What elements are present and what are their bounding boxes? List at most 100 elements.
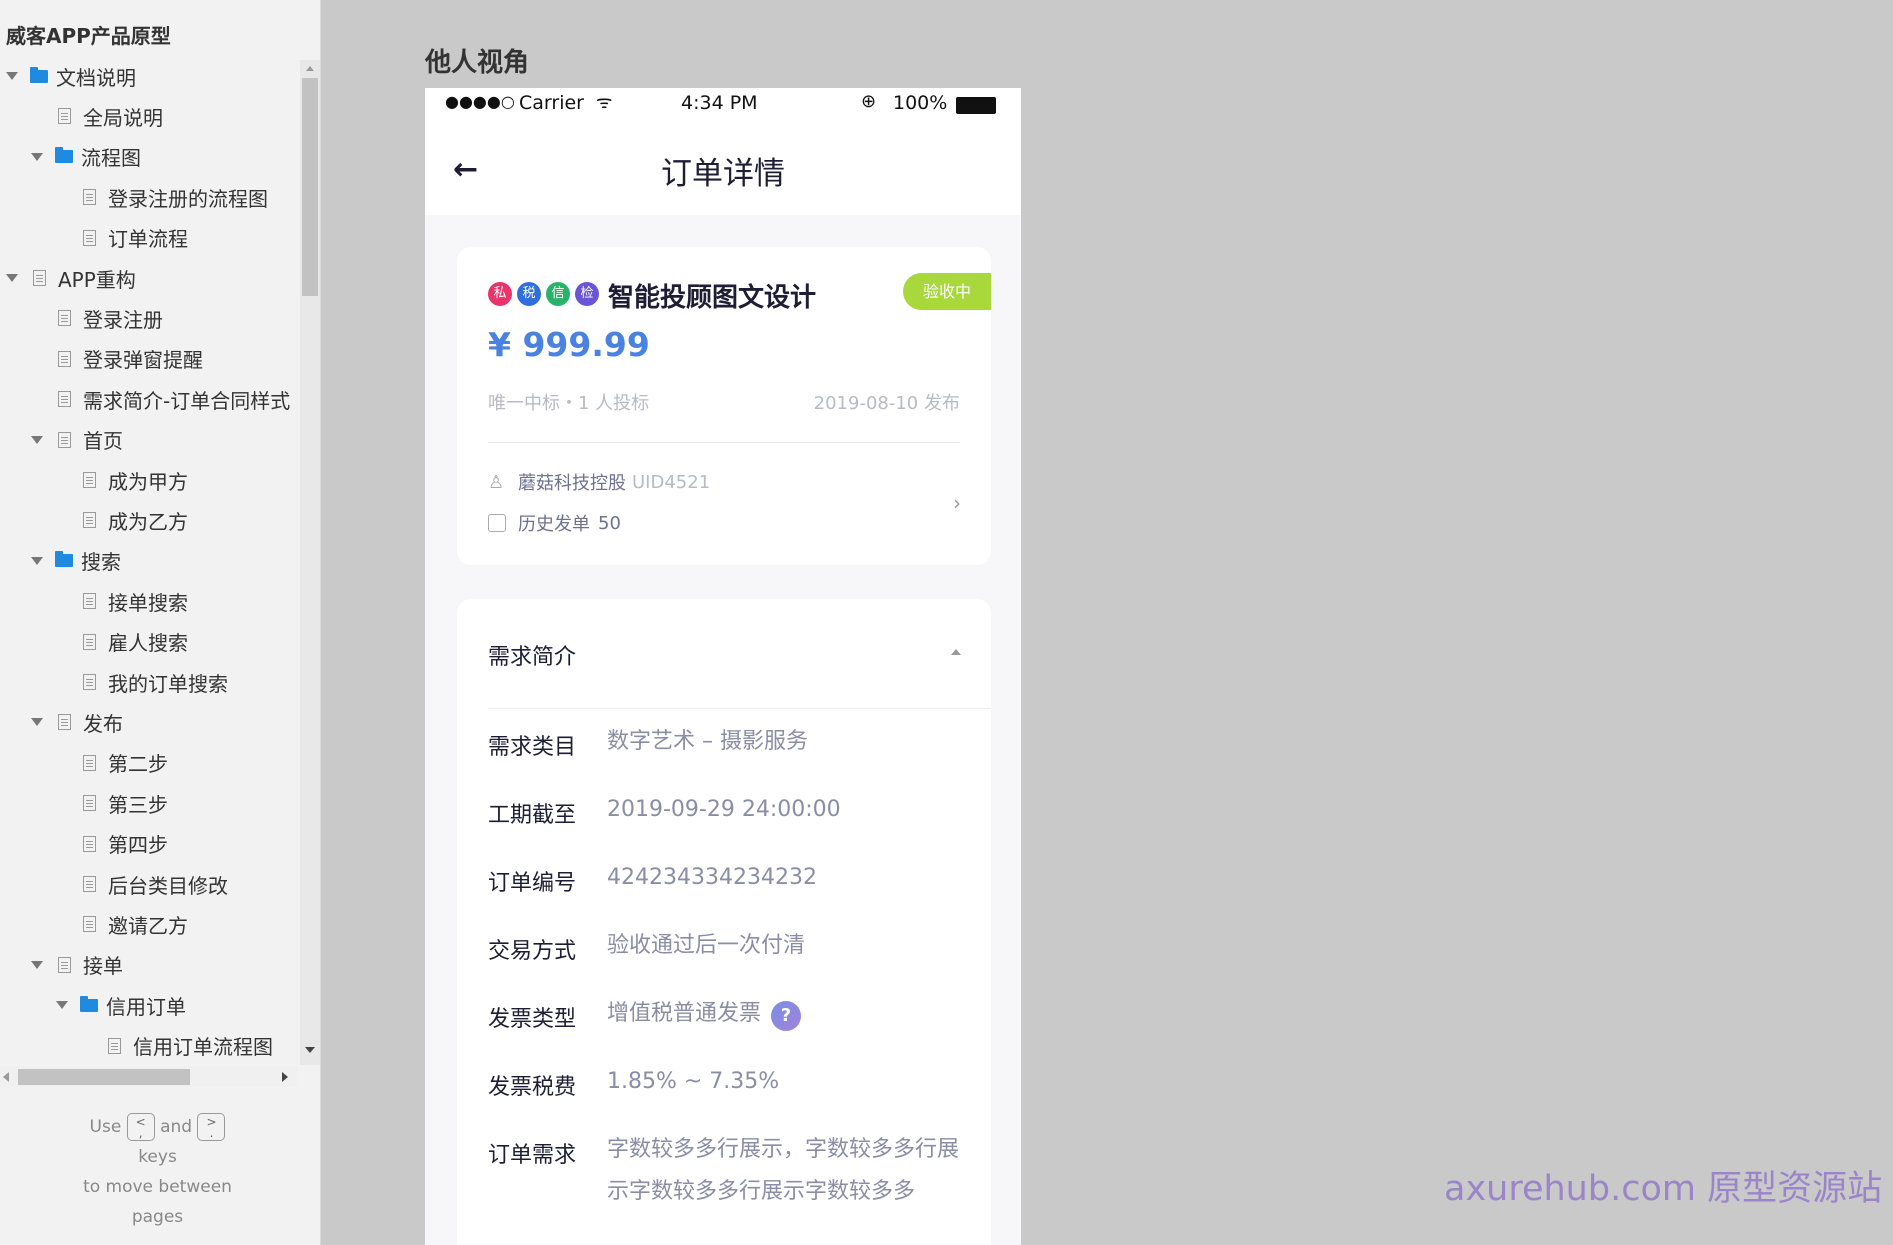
phone-prototype: ●●●●○ Carrier ᯤ 4:34 PM ⊕ 100% ← 订单详情 私 … [425, 88, 1021, 1245]
scroll-right-arrow[interactable] [282, 1072, 288, 1082]
nav-bar: ← 订单详情 [425, 122, 1021, 215]
page-icon [83, 512, 96, 529]
sidebar-item[interactable]: 全局说明 [31, 96, 163, 136]
chevron-right-icon[interactable]: › [953, 491, 961, 515]
badge-inspect: 检 [575, 282, 599, 306]
scroll-left-arrow[interactable] [3, 1072, 9, 1082]
expand-arrow-icon[interactable] [6, 72, 18, 80]
sidebar-item[interactable]: APP重构 [6, 258, 136, 298]
sidebar-item[interactable]: 登录注册的流程图 [56, 177, 268, 217]
user-icon: ♙ [488, 471, 505, 493]
keyboard-hint: Use <, and >. keys to move between pages [40, 1112, 275, 1232]
field-value: 验收通过后一次付清 [607, 933, 806, 958]
field-row: 交易方式 验收通过后一次付清 [488, 933, 968, 967]
clock: 4:34 PM [681, 92, 758, 114]
field-row: 发票税费 1.85% ~ 7.35% [488, 1069, 968, 1103]
status-bar: ●●●●○ Carrier ᯤ 4:34 PM ⊕ 100% [425, 88, 1021, 122]
status-badge: 验收中 [903, 273, 991, 310]
project-title: 威客APP产品原型 [6, 24, 171, 48]
expand-arrow-icon[interactable] [31, 435, 43, 444]
sidebar-item[interactable]: 接单搜索 [56, 581, 188, 621]
vertical-scroll-thumb[interactable] [302, 78, 318, 296]
sidebar-item[interactable]: 文档说明 [6, 56, 136, 96]
bid-info: 唯一中标・1 人投标 [488, 393, 650, 414]
expand-arrow-icon[interactable] [31, 152, 43, 161]
vertical-scrollbar[interactable] [300, 60, 320, 1065]
sidebar-item[interactable]: 第四步 [56, 824, 168, 864]
sidebar-item[interactable]: 成为甲方 [56, 460, 188, 500]
history-row[interactable]: 历史发单 50 [488, 510, 621, 536]
folder-icon [30, 66, 48, 83]
scroll-down-arrow[interactable] [305, 1047, 315, 1053]
folder-icon [55, 147, 73, 164]
field-row: 订单编号 424234334234232 [488, 865, 968, 899]
order-title: 智能投顾图文设计 [608, 283, 817, 313]
field-row: 工期截至 2019-09-29 24:00:00 [488, 797, 968, 831]
field-label: 订单需求 [488, 1143, 577, 1168]
page-icon [58, 431, 71, 448]
field-row: 订单需求 字数较多多行展示，字数较多多行展示字数较多多行展示字数较多多 [488, 1137, 968, 1213]
sidebar-item[interactable]: 登录注册 [31, 298, 163, 338]
publisher-row[interactable]: ♙ 蘑菇科技控股 UID4521 [488, 469, 710, 495]
folder-icon [55, 551, 73, 568]
sidebar-item-label: 后台类目修改 [108, 873, 228, 898]
battery-percent: 100% [893, 92, 948, 114]
sidebar-item[interactable]: 发布 [31, 702, 123, 742]
divider [488, 708, 991, 709]
page-icon [108, 1037, 121, 1054]
signal-icon: ●●●●○ [445, 92, 515, 111]
expand-arrow-icon[interactable] [6, 274, 18, 282]
sidebar-item[interactable]: 邀请乙方 [56, 904, 188, 944]
sidebar-item[interactable]: 信用订单流程图 [81, 1026, 273, 1066]
sidebar-item-label: 第三步 [108, 792, 168, 817]
field-row: 需求类目 数字艺术 – 摄影服务 [488, 729, 968, 763]
sidebar-item[interactable]: 流程图 [31, 137, 141, 177]
help-icon[interactable]: ? [771, 1001, 802, 1031]
sidebar-item[interactable]: 雇人搜索 [56, 622, 188, 662]
collapse-caret-icon[interactable] [951, 649, 961, 655]
sidebar-item[interactable]: 我的订单搜索 [56, 662, 228, 702]
page-icon [83, 472, 96, 488]
sidebar-item[interactable]: 后台类目修改 [56, 864, 228, 904]
field-value: 1.85% ~ 7.35% [607, 1069, 780, 1094]
hint-keys: keys [138, 1147, 177, 1167]
sidebar-item[interactable]: 信用订单 [56, 985, 186, 1025]
requirement-card: 需求简介 需求类目 数字艺术 – 摄影服务 工期截至 2019-09-29 24:00… [457, 599, 991, 1245]
history-label: 历史发单 [518, 514, 590, 535]
sidebar-item-label: 成为甲方 [108, 469, 188, 494]
sidebar-item-label: 登录注册的流程图 [108, 186, 268, 211]
page-icon [58, 108, 71, 125]
page-icon [58, 714, 71, 731]
sidebar-item[interactable]: 搜索 [31, 541, 121, 581]
hint-and: and [160, 1117, 193, 1137]
badge-tax: 税 [517, 282, 541, 306]
page-icon [83, 916, 96, 933]
sidebar-item[interactable]: 第三步 [56, 783, 168, 823]
sidebar-item[interactable]: 接单 [31, 945, 123, 985]
section-title: 需求简介 [488, 645, 577, 670]
expand-arrow-icon[interactable] [56, 1001, 68, 1010]
sidebar-item[interactable]: 需求简介-订单合同样式 [31, 379, 290, 419]
field-label: 需求类目 [488, 735, 577, 760]
sidebar-item[interactable]: 首页 [31, 420, 123, 460]
expand-arrow-icon[interactable] [31, 556, 43, 565]
page-icon [83, 754, 96, 771]
sidebar-item[interactable]: 订单流程 [56, 218, 188, 258]
horizontal-scrollbar[interactable] [0, 1067, 298, 1087]
page-icon [58, 350, 71, 367]
sidebar-item[interactable]: 登录弹窗提醒 [31, 339, 203, 379]
expand-arrow-icon[interactable] [31, 718, 43, 727]
expand-arrow-icon[interactable] [31, 960, 43, 969]
hint-move: to move between [83, 1177, 232, 1197]
sidebar-item-label: 流程图 [81, 146, 141, 171]
sidebar-item-label: 雇人搜索 [108, 631, 188, 656]
field-label: 工期截至 [488, 803, 577, 828]
scroll-up-arrow[interactable] [306, 66, 314, 71]
horizontal-scroll-thumb[interactable] [18, 1069, 190, 1085]
sidebar-item[interactable]: 第二步 [56, 743, 168, 783]
sidebar-item-label: 接单搜索 [108, 590, 188, 615]
hint-pages: pages [131, 1207, 184, 1227]
sidebar-item-label: 我的订单搜索 [108, 671, 228, 696]
rotation-lock-icon: ⊕ [861, 91, 877, 112]
sidebar-item[interactable]: 成为乙方 [56, 500, 188, 540]
